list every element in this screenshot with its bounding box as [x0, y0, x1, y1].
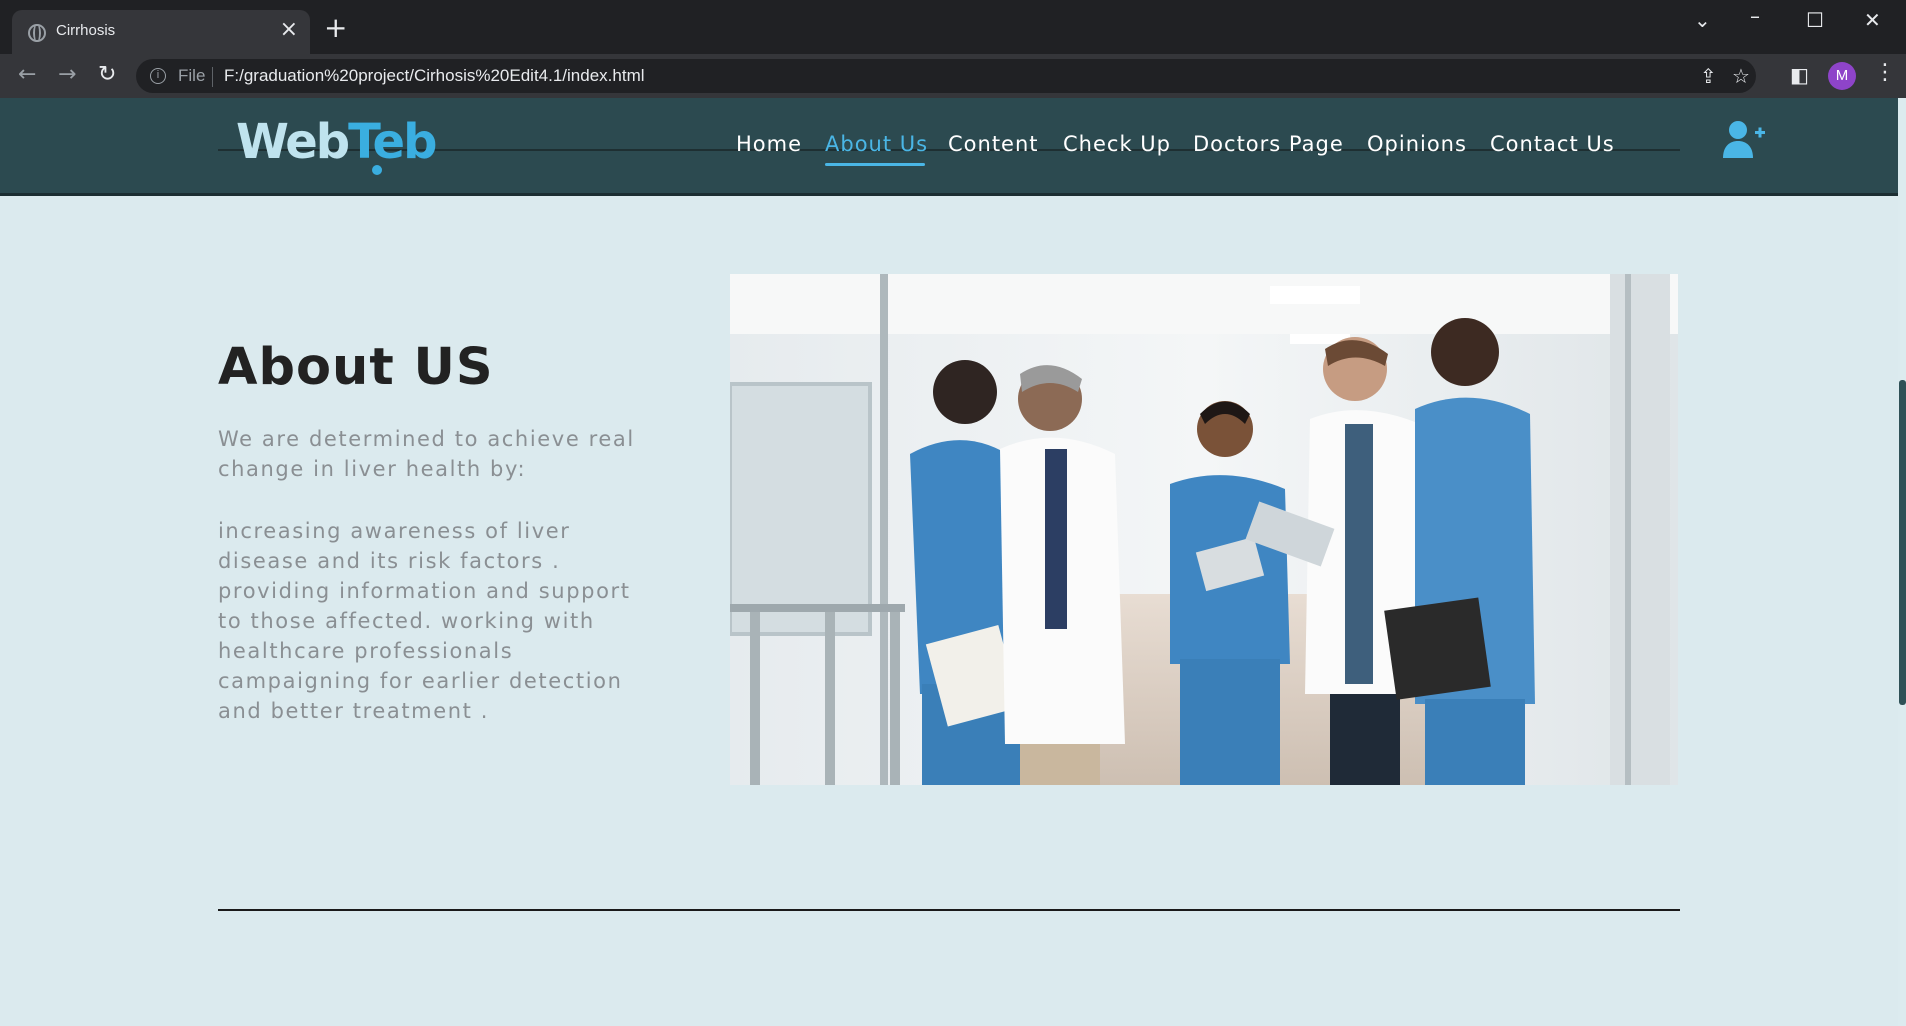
file-label: File [178, 66, 206, 85]
logo-part-web: Web [236, 114, 350, 170]
page-title: About US [218, 338, 494, 397]
maximize-icon[interactable]: ☐ [1806, 8, 1824, 32]
scrollbar-thumb[interactable] [1899, 380, 1906, 705]
star-icon[interactable]: ☆ [1732, 64, 1750, 88]
nav-opinions[interactable]: Opinions [1367, 132, 1467, 156]
site-logo[interactable]: WebTeb [236, 114, 437, 170]
browser-tab[interactable]: Cirrhosis × [12, 10, 310, 54]
divider [212, 67, 213, 87]
chevron-down-icon[interactable]: ⌄ [1694, 8, 1711, 32]
plus-icon[interactable]: + [324, 14, 347, 42]
tab-title: Cirrhosis [56, 22, 116, 39]
browser-tab-bar: Cirrhosis × + ⌄ – ☐ ✕ [0, 0, 1906, 54]
url-text[interactable]: F:/graduation%20project/Cirhosis%20Edit4… [224, 66, 645, 86]
back-icon[interactable]: ← [18, 62, 36, 87]
address-bar[interactable]: i File F:/graduation%20project/Cirhosis%… [136, 59, 1756, 93]
nav-about-us[interactable]: About Us [825, 132, 928, 156]
share-icon[interactable]: ⇪ [1700, 64, 1717, 88]
reload-icon[interactable]: ↻ [98, 62, 116, 87]
doctors-team-photo [730, 274, 1678, 785]
info-icon[interactable]: i [150, 68, 166, 84]
nav-content[interactable]: Content [948, 132, 1039, 156]
about-intro: We are determined to achieve real change… [218, 427, 635, 481]
logo-part-teb: Teb [348, 114, 437, 170]
close-icon[interactable]: × [280, 19, 298, 41]
nav-contact-us[interactable]: Contact Us [1490, 132, 1615, 156]
globe-icon [28, 24, 46, 42]
about-details: increasing awareness of liver disease an… [218, 519, 631, 723]
sidepanel-icon[interactable]: ◧ [1790, 63, 1809, 87]
nav-check-up[interactable]: Check Up [1063, 132, 1171, 156]
logo-dot [372, 165, 382, 175]
nav-active-underline [825, 163, 925, 166]
section-divider [218, 909, 1680, 911]
forward-icon[interactable]: → [58, 62, 76, 87]
window-close-icon[interactable]: ✕ [1864, 8, 1881, 32]
browser-toolbar: ← → ↻ i File F:/graduation%20project/Cir… [0, 54, 1906, 98]
nav-home[interactable]: Home [736, 132, 802, 156]
kebab-icon[interactable]: ⋮ [1874, 60, 1896, 85]
minimize-icon[interactable]: – [1750, 4, 1760, 28]
nav-doctors-page[interactable]: Doctors Page [1193, 132, 1344, 156]
avatar[interactable]: M [1828, 62, 1856, 90]
user-add-icon[interactable] [1722, 120, 1766, 160]
